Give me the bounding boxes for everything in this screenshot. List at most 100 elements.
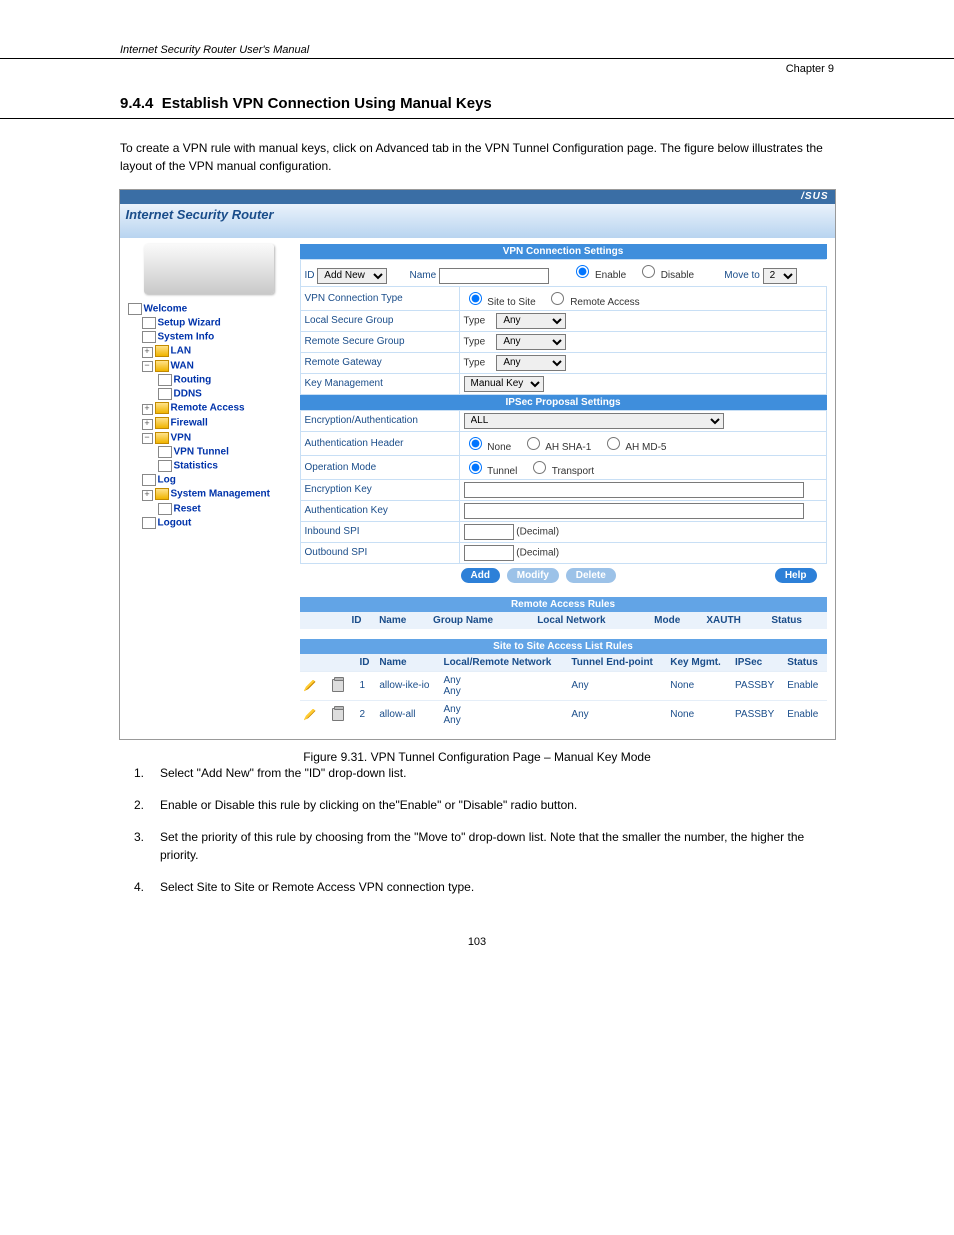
add-button[interactable]: Add <box>461 568 500 583</box>
button-row: Add Modify Delete Help <box>300 564 827 587</box>
step-1: 1.Select "Add New" from the "ID" drop-do… <box>0 764 954 782</box>
main-pane: VPN Connection Settings ID Add New Name … <box>298 238 835 739</box>
inbound-spi-input[interactable] <box>464 524 514 540</box>
tree-log[interactable]: Log <box>128 473 294 487</box>
product-name: Internet Security Router <box>120 204 835 222</box>
table-row[interactable]: 2 allow-all AnyAny Any None PASSBY Enabl… <box>300 700 827 729</box>
ipsec-settings-header: IPSec Proposal Settings <box>300 395 827 410</box>
remote-gateway-label: Remote Gateway <box>300 352 459 373</box>
tree-ddns[interactable]: DDNS <box>128 387 294 401</box>
step-3: 3.Set the priority of this rule by choos… <box>0 828 954 864</box>
local-type-select[interactable]: Any <box>496 313 566 329</box>
edit-icon[interactable] <box>304 709 316 721</box>
header-strip: Internet Security Router <box>120 204 835 238</box>
modify-button[interactable]: Modify <box>507 568 559 583</box>
chapter-label: Chapter 9 <box>0 59 954 75</box>
remote-secure-group-label: Remote Secure Group <box>300 331 459 352</box>
tree-statistics[interactable]: Statistics <box>128 459 294 473</box>
folder-icon <box>155 417 169 429</box>
op-mode-label: Operation Mode <box>300 455 459 479</box>
folder-icon <box>155 360 169 372</box>
tree-routing[interactable]: Routing <box>128 373 294 387</box>
remote-access-radio[interactable]: Remote Access <box>546 297 639 308</box>
router-image <box>144 244 274 294</box>
enc-key-label: Encryption Key <box>300 479 459 500</box>
remote-rules-table: ID Name Group Name Local Network Mode XA… <box>300 612 827 629</box>
site-to-site-radio[interactable]: Site to Site <box>464 297 536 308</box>
ah-none-radio[interactable]: None <box>464 442 512 453</box>
auth-header-label: Authentication Header <box>300 431 459 455</box>
expand-icon[interactable]: + <box>142 490 153 501</box>
page-icon <box>158 503 172 515</box>
page-icon <box>142 331 156 343</box>
disable-radio[interactable]: Disable <box>637 270 694 281</box>
delete-button[interactable]: Delete <box>566 568 616 583</box>
move-to-label: Move to <box>724 270 760 281</box>
expand-icon[interactable]: + <box>142 347 153 358</box>
delete-icon[interactable] <box>332 708 344 721</box>
nav-tree: Welcome Setup Wizard System Info +LAN −W… <box>120 238 298 540</box>
tree-setup-wizard[interactable]: Setup Wizard <box>128 316 294 330</box>
running-header: Internet Security Router User's Manual <box>0 40 954 59</box>
tree-vpn[interactable]: −VPN <box>128 431 294 446</box>
enc-auth-select[interactable]: ALL <box>464 413 724 429</box>
page-icon <box>158 446 172 458</box>
auth-key-input[interactable] <box>464 503 804 519</box>
vpn-settings-header: VPN Connection Settings <box>300 244 827 259</box>
move-to-select[interactable]: 2 <box>763 268 797 284</box>
tunnel-radio[interactable]: Tunnel <box>464 466 518 477</box>
collapse-icon[interactable]: − <box>142 433 153 444</box>
folder-icon <box>155 345 169 357</box>
tree-remote-access[interactable]: +Remote Access <box>128 401 294 416</box>
conn-type-label: VPN Connection Type <box>300 286 459 310</box>
folder-icon <box>155 402 169 414</box>
tree-vpn-tunnel[interactable]: VPN Tunnel <box>128 445 294 459</box>
outbound-spi-input[interactable] <box>464 545 514 561</box>
folder-icon <box>155 488 169 500</box>
top-bar: /SUS <box>120 190 835 204</box>
edit-icon[interactable] <box>304 680 316 692</box>
inbound-spi-label: Inbound SPI <box>300 521 459 542</box>
tree-lan[interactable]: +LAN <box>128 344 294 359</box>
site-rules-header: Site to Site Access List Rules <box>300 639 827 654</box>
page-icon <box>158 460 172 472</box>
page-icon <box>158 388 172 400</box>
key-mgmt-label: Key Management <box>300 373 459 394</box>
enc-key-input[interactable] <box>464 482 804 498</box>
page-icon <box>128 303 142 315</box>
outbound-spi-label: Outbound SPI <box>300 542 459 563</box>
page-icon <box>158 374 172 386</box>
key-mgmt-select[interactable]: Manual Key <box>464 376 544 392</box>
enable-radio[interactable]: Enable <box>571 270 626 281</box>
gateway-type-select[interactable]: Any <box>496 355 566 371</box>
remote-type-select[interactable]: Any <box>496 334 566 350</box>
tree-logout[interactable]: Logout <box>128 516 294 530</box>
ah-sha1-radio[interactable]: AH SHA-1 <box>522 442 591 453</box>
expand-icon[interactable]: + <box>142 404 153 415</box>
id-label: ID <box>305 270 315 281</box>
collapse-icon[interactable]: − <box>142 361 153 372</box>
enc-auth-label: Encryption/Authentication <box>300 410 459 431</box>
tree-reset[interactable]: Reset <box>128 502 294 516</box>
screenshot-container: /SUS Internet Security Router Welcome Se… <box>119 189 836 740</box>
name-input[interactable] <box>439 268 549 284</box>
brand-logo: /SUS <box>801 191 828 202</box>
expand-icon[interactable]: + <box>142 419 153 430</box>
help-button[interactable]: Help <box>775 568 817 583</box>
intro-paragraph: To create a VPN rule with manual keys, c… <box>0 139 954 175</box>
ah-md5-radio[interactable]: AH MD-5 <box>602 442 666 453</box>
remote-rules-header: Remote Access Rules <box>300 597 827 612</box>
folder-open-icon <box>155 432 169 444</box>
tree-firewall[interactable]: +Firewall <box>128 416 294 431</box>
delete-icon[interactable] <box>332 679 344 692</box>
name-label: Name <box>410 270 437 281</box>
id-select[interactable]: Add New <box>317 268 387 284</box>
tree-wan[interactable]: −WAN <box>128 359 294 374</box>
table-row[interactable]: 1 allow-ike-io AnyAny Any None PASSBY En… <box>300 671 827 700</box>
site-rules-table: ID Name Local/Remote Network Tunnel End-… <box>300 654 827 729</box>
tree-welcome[interactable]: Welcome <box>128 302 294 316</box>
tree-system-management[interactable]: +System Management <box>128 487 294 502</box>
page-icon <box>142 474 156 486</box>
transport-radio[interactable]: Transport <box>528 466 594 477</box>
tree-system-info[interactable]: System Info <box>128 330 294 344</box>
